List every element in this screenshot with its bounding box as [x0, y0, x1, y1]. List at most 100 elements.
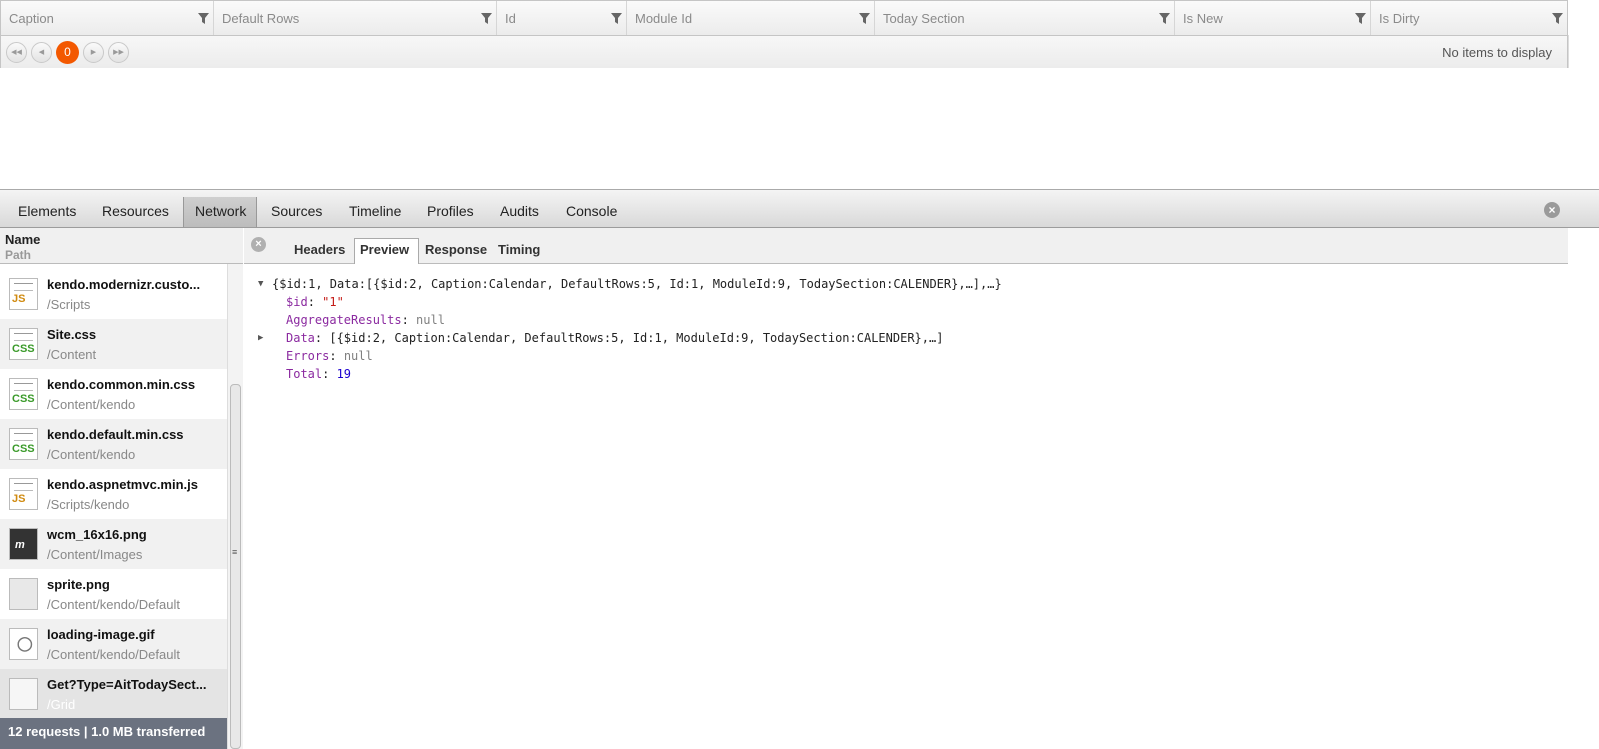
filter-icon[interactable]	[198, 13, 209, 24]
request-row[interactable]: CSS Site.css /Content	[0, 319, 227, 369]
image-file-icon	[9, 578, 38, 610]
json-key: AggregateResults	[286, 313, 402, 327]
request-row[interactable]: CSS kendo.common.min.css /Content/kendo	[0, 369, 227, 419]
tab-timeline[interactable]: Timeline	[349, 203, 401, 219]
grip-icon: ≡	[232, 547, 238, 557]
css-file-icon: CSS	[9, 328, 38, 360]
tab-timing[interactable]: Timing	[498, 242, 540, 257]
request-row[interactable]: m wcm_16x16.png /Content/Images	[0, 519, 227, 569]
filter-icon[interactable]	[1355, 13, 1366, 24]
json-string-value: "1"	[322, 295, 344, 309]
tab-sources[interactable]: Sources	[271, 203, 322, 219]
request-row[interactable]: sprite.png /Content/kendo/Default	[0, 569, 227, 619]
column-today-section[interactable]: Today Section	[875, 1, 1175, 35]
json-null-value: null	[416, 313, 445, 327]
grid-scrollbar[interactable]	[1568, 35, 1599, 68]
json-property: Total: 19	[286, 367, 352, 381]
column-label: Module Id	[635, 11, 693, 26]
column-is-new[interactable]: Is New	[1175, 1, 1371, 35]
tab-response[interactable]: Response	[425, 242, 487, 257]
request-detail-pane: × Headers Preview Response Timing ▼ {$id…	[244, 228, 1599, 749]
first-page-icon[interactable]: ◀◀	[6, 42, 27, 63]
tab-console[interactable]: Console	[566, 203, 617, 219]
json-key: Total	[286, 367, 323, 381]
json-number-value: 19	[336, 367, 352, 381]
filter-icon[interactable]	[611, 13, 622, 24]
document-file-icon	[9, 678, 38, 710]
request-path: /Scripts	[47, 297, 91, 312]
devtools-toolbar: Elements Resources Network Sources Timel…	[0, 190, 1599, 228]
grid-pager: ◀◀ ◀ 0 ▶ ▶▶ No items to display	[1, 36, 1567, 68]
page-scrollbar[interactable]	[1568, 228, 1599, 749]
detail-tabs: × Headers Preview Response Timing	[244, 228, 1599, 264]
tab-audits[interactable]: Audits	[500, 203, 539, 219]
path-column-header: Path	[5, 248, 32, 262]
column-id[interactable]: Id	[497, 1, 627, 35]
request-row[interactable]: JS kendo.aspnetmvc.min.js /Scripts/kendo	[0, 469, 227, 519]
request-name: kendo.modernizr.custo...	[47, 277, 201, 292]
pager-status: No items to display	[1442, 45, 1552, 60]
json-array-summary: [{$id:2, Caption:Calendar, DefaultRows:5…	[329, 331, 944, 345]
json-null-value: null	[343, 349, 373, 363]
request-row[interactable]: JS kendo.modernizr.custo... /Scripts	[0, 269, 227, 319]
request-row[interactable]: ◯ loading-image.gif /Content/kendo/Defau…	[0, 619, 227, 669]
devtools-panel: Elements Resources Network Sources Timel…	[0, 189, 1599, 749]
json-preview: ▼ {$id:1, Data:[{$id:2, Caption:Calendar…	[258, 275, 1002, 383]
next-page-icon[interactable]: ▶	[83, 42, 104, 63]
request-name: kendo.aspnetmvc.min.js	[47, 477, 198, 492]
js-file-icon: JS	[9, 278, 38, 310]
json-property: Errors: null	[286, 349, 373, 363]
request-name: sprite.png	[47, 577, 110, 592]
request-path: /Content	[47, 347, 97, 362]
tab-network[interactable]: Network	[195, 203, 246, 219]
json-key: Data	[286, 331, 315, 345]
expanded-triangle-icon[interactable]: ▼	[258, 275, 263, 293]
request-name: Get?Type=AitTodaySect...	[47, 677, 207, 692]
column-label: Default Rows	[222, 11, 300, 26]
json-root-row[interactable]: ▼ {$id:1, Data:[{$id:2, Caption:Calendar…	[258, 275, 1002, 293]
request-path: /Content/kendo/Default	[47, 647, 180, 662]
request-row[interactable]: CSS kendo.default.min.css /Content/kendo	[0, 419, 227, 469]
name-column-header: Name	[5, 232, 41, 247]
tab-elements[interactable]: Elements	[18, 203, 76, 219]
filter-icon[interactable]	[1159, 13, 1170, 24]
request-name: wcm_16x16.png	[47, 527, 147, 542]
tab-preview[interactable]: Preview	[360, 242, 409, 257]
tab-resources[interactable]: Resources	[102, 203, 169, 219]
tab-profiles[interactable]: Profiles	[427, 203, 474, 219]
previous-page-icon[interactable]: ◀	[31, 42, 52, 63]
tab-headers[interactable]: Headers	[294, 242, 345, 257]
scrollbar-thumb[interactable]: ≡	[230, 384, 241, 749]
column-label: Is New	[1183, 11, 1223, 26]
column-default-rows[interactable]: Default Rows	[214, 1, 497, 35]
request-row-selected[interactable]: Get?Type=AitTodaySect... /Grid	[0, 669, 227, 719]
column-module-id[interactable]: Module Id	[627, 1, 875, 35]
json-key: Errors	[286, 349, 330, 363]
loading-image-icon: ◯	[9, 628, 38, 660]
json-root-summary: {$id:1, Data:[{$id:2, Caption:Calendar, …	[272, 277, 1002, 291]
filter-icon[interactable]	[1552, 13, 1563, 24]
column-label: Today Section	[883, 11, 965, 26]
filter-icon[interactable]	[859, 13, 870, 24]
css-file-icon: CSS	[9, 378, 38, 410]
json-property: AggregateResults: null	[286, 313, 445, 327]
image-file-icon: m	[9, 528, 38, 560]
column-label: Is Dirty	[1379, 11, 1420, 26]
column-label: Caption	[9, 11, 54, 26]
last-page-icon[interactable]: ▶▶	[108, 42, 129, 63]
requests-header[interactable]: Name Path	[0, 228, 243, 264]
grid-header: Caption Default Rows Id Module Id Today …	[1, 1, 1567, 36]
js-file-icon: JS	[9, 478, 38, 510]
column-caption[interactable]: Caption	[1, 1, 214, 35]
collapsed-triangle-icon[interactable]: ▶	[258, 329, 263, 347]
request-path: /Content/Images	[47, 547, 143, 562]
column-is-dirty[interactable]: Is Dirty	[1371, 1, 1567, 35]
close-detail-icon[interactable]: ×	[251, 237, 266, 252]
json-property-expandable[interactable]: ▶ Data: [{$id:2, Caption:Calendar, Defau…	[258, 329, 1002, 347]
current-page[interactable]: 0	[56, 41, 79, 64]
filter-icon[interactable]	[481, 13, 492, 24]
requests-scrollbar[interactable]: ≡	[227, 264, 243, 749]
kendo-grid: Caption Default Rows Id Module Id Today …	[0, 0, 1568, 68]
request-path: /Scripts/kendo	[47, 497, 130, 512]
close-devtools-icon[interactable]: ×	[1544, 202, 1560, 218]
